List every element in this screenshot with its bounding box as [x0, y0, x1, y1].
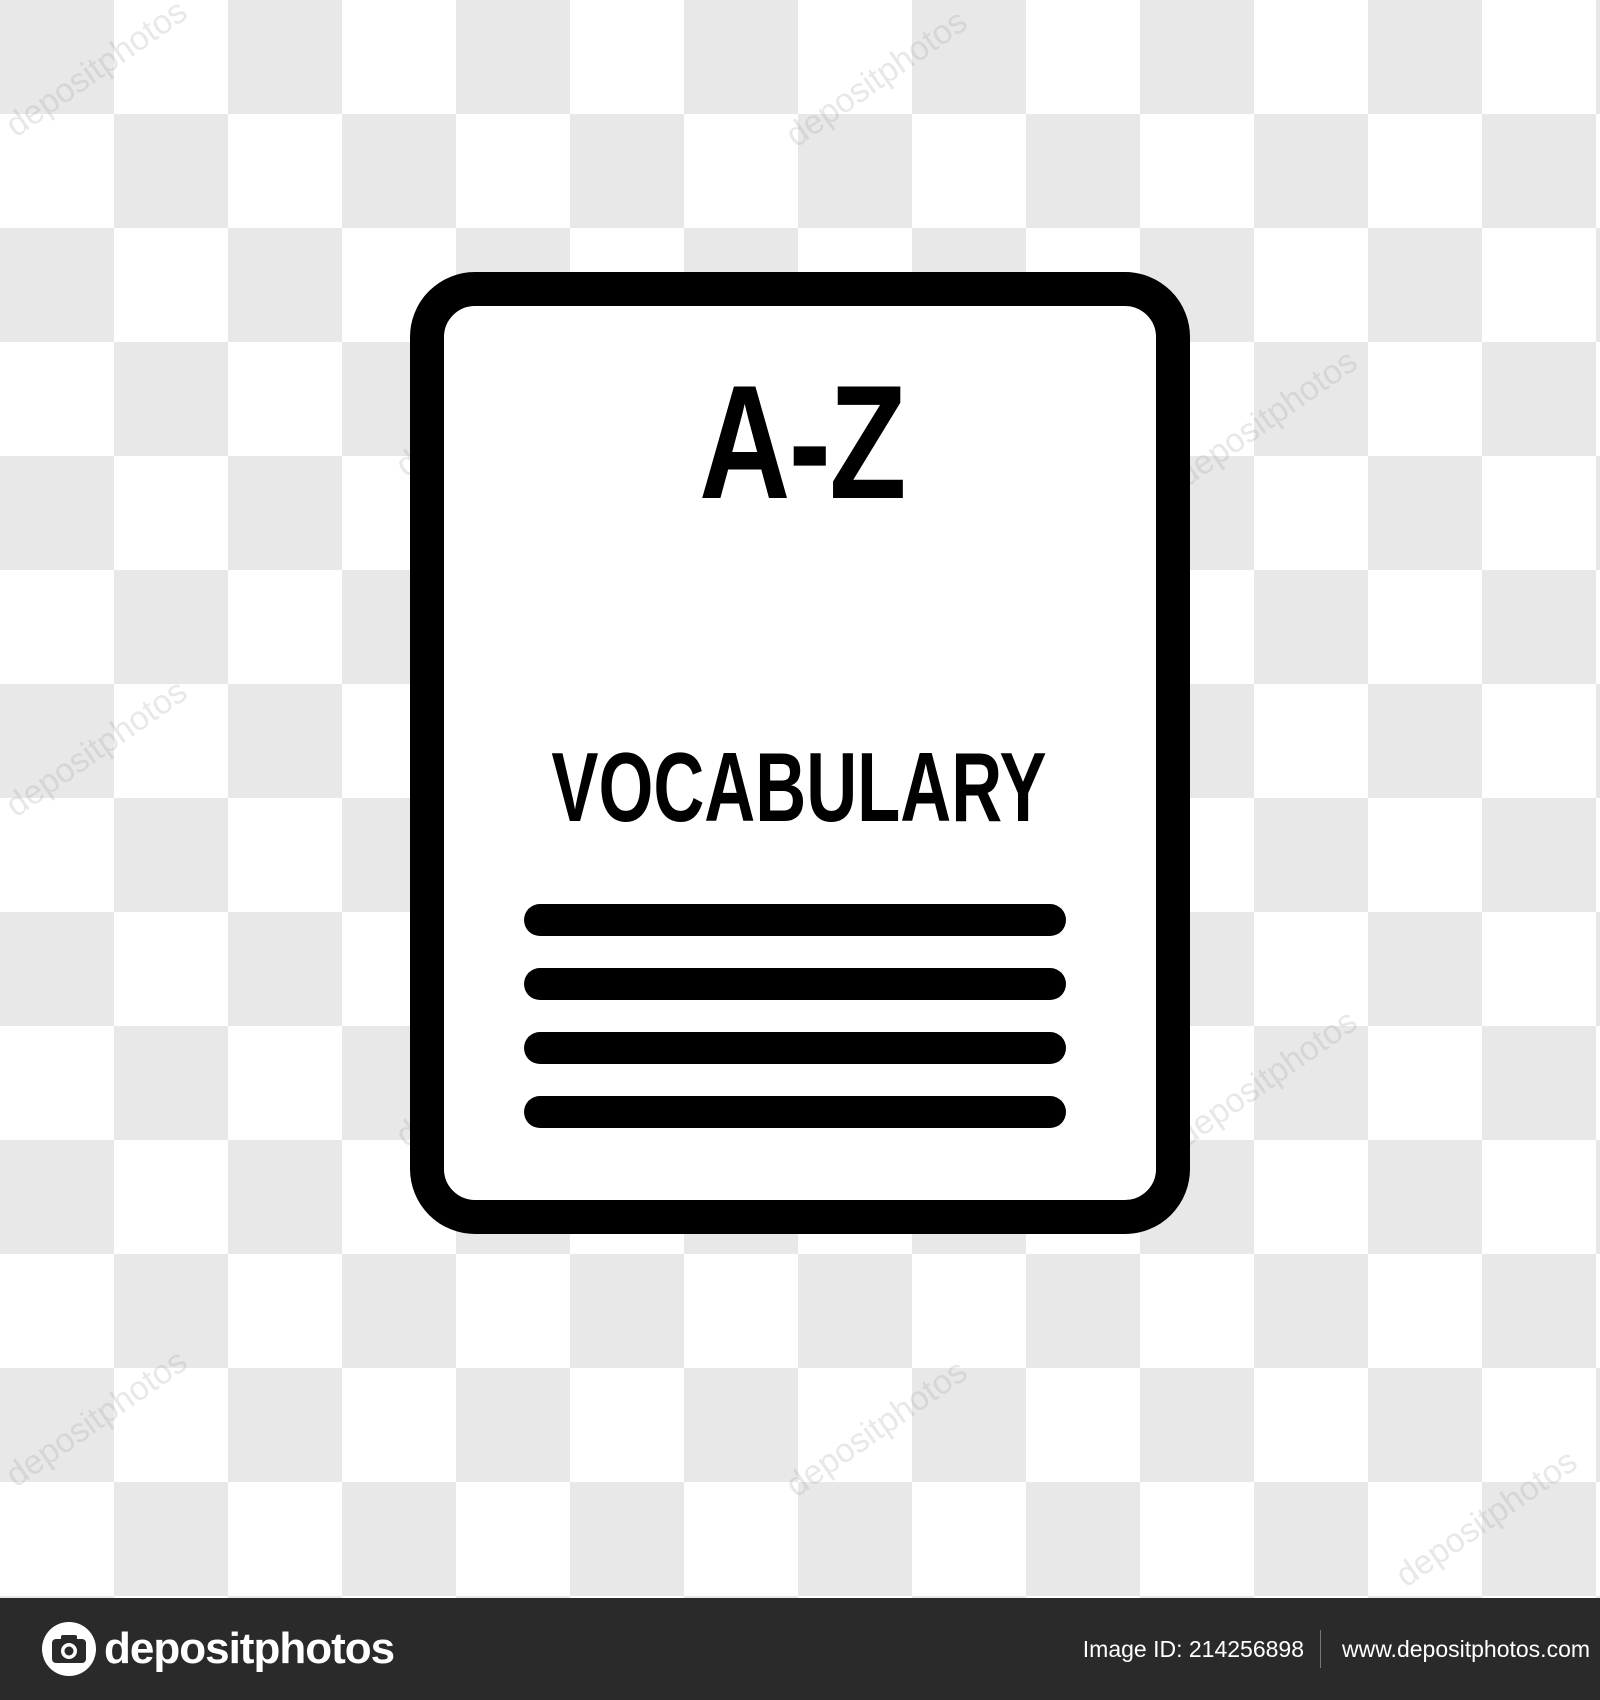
- footer-divider: [1320, 1630, 1321, 1668]
- watermark-text: depositphotos: [1388, 1442, 1585, 1595]
- watermark-text: depositphotos: [0, 1342, 195, 1495]
- icon-subtitle: VOCABULARY: [551, 732, 1047, 842]
- brand-name: depositphotos: [104, 1624, 395, 1673]
- watermark-text: depositphotos: [0, 672, 195, 825]
- watermark-text: depositphotos: [0, 0, 195, 145]
- image-id-label: Image ID: 214256898: [1082, 1636, 1304, 1662]
- watermark-text: depositphotos: [778, 1352, 975, 1505]
- icon-title: A-Z: [699, 352, 906, 533]
- footer-bar: depositphotos Image ID: 214256898 www.de…: [0, 1598, 1600, 1700]
- site-url-link[interactable]: www.depositphotos.com: [1342, 1632, 1590, 1666]
- watermark-text: depositphotos: [778, 2, 975, 155]
- camera-logo-icon: [42, 1622, 96, 1676]
- watermark-text: depositphotos: [1168, 342, 1365, 495]
- watermark-text: depositphotos: [1168, 1002, 1365, 1155]
- checkerboard-background: depositphotos depositphotos depositphoto…: [0, 0, 1600, 1598]
